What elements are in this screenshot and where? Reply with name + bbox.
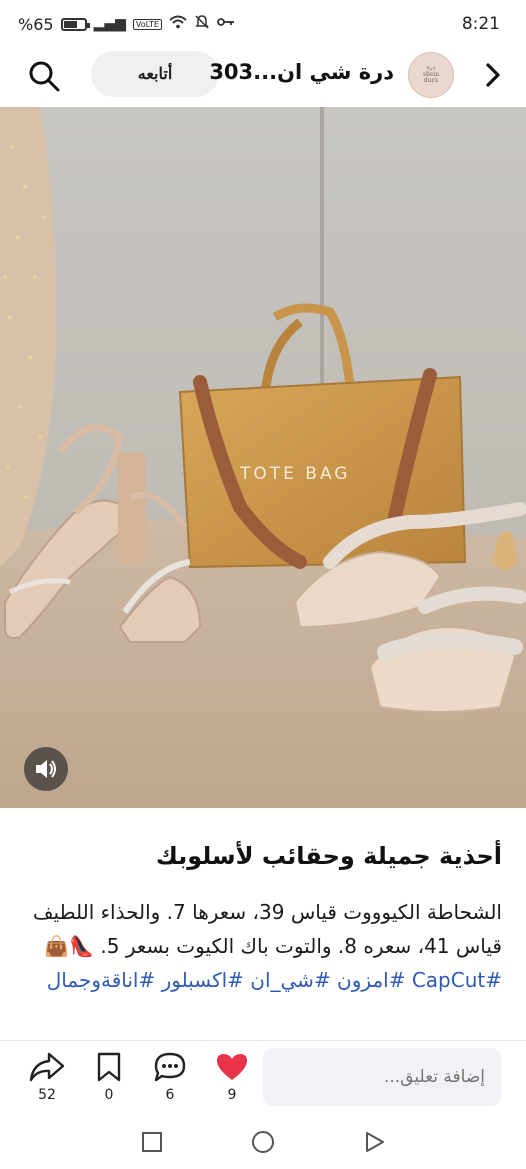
home-button[interactable] [249,1128,277,1156]
avatar[interactable]: درة shein dura [408,52,454,98]
key-icon [217,16,235,32]
search-button[interactable] [26,58,62,94]
like-count: 9 [227,1087,237,1103]
speaker-icon [36,760,56,778]
tote-bag-print: TOTE BAG [239,464,350,484]
mute-icon [194,14,210,34]
recent-apps-button[interactable] [138,1128,166,1156]
battery-icon [60,17,90,31]
comment-input[interactable] [263,1048,501,1106]
status-icons: %65 ▂▄▆ VoLTE [18,14,235,34]
comment-button[interactable]: 6 [147,1051,193,1103]
status-bar: %65 ▂▄▆ VoLTE 8:21 [0,0,526,48]
heart-icon [217,1054,247,1080]
product-photo: TOTE BAG [0,107,526,808]
sound-toggle-button[interactable] [24,747,68,791]
share-button[interactable]: 52 [24,1051,70,1103]
caption-emojis: 👠👜 [44,934,95,958]
like-button[interactable]: 9 [209,1051,255,1103]
share-count: 52 [38,1087,56,1103]
search-icon [29,61,60,92]
page-name[interactable]: درة شي ان...303 [209,60,394,84]
save-button[interactable]: 0 [86,1051,132,1103]
system-nav-bar [0,1118,526,1169]
signal-icon: ▂▄▆ [93,16,126,32]
hashtags[interactable]: #CapCut #امزون #شي_ان #اكسبلور #اناقةوجم… [47,968,502,992]
wifi-icon [169,15,187,33]
recent-apps-icon [142,1132,162,1152]
battery-percent: %65 [18,14,54,34]
follow-button[interactable]: أتابعه [91,51,219,97]
home-icon [252,1131,274,1153]
volte-badge: VoLTE [132,18,162,30]
save-count: 0 [104,1087,114,1103]
comment-icon [154,1052,186,1082]
back-icon [366,1132,384,1152]
post-header: أتابعه درة شي ان...303 درة shein dura [0,48,526,104]
back-button[interactable] [476,58,510,92]
nav-back-button[interactable] [361,1128,389,1156]
comment-count: 6 [165,1087,175,1103]
bookmark-icon [97,1052,121,1082]
clock: 8:21 [461,14,500,34]
share-icon [29,1052,65,1082]
caption-text: الشحاطة الكيوووت قياس 39، سعرها 7. والحذ… [32,900,502,958]
back-arrow-icon [486,63,500,87]
action-bar: 52 0 6 9 [0,1045,526,1115]
post-image[interactable]: TOTE BAG [0,107,526,808]
divider [0,1040,526,1041]
post-title: أحذية جميلة وحقائب لأسلوبك [155,842,502,870]
post-caption: الشحاطة الكيوووت قياس 39، سعرها 7. والحذ… [22,895,502,997]
